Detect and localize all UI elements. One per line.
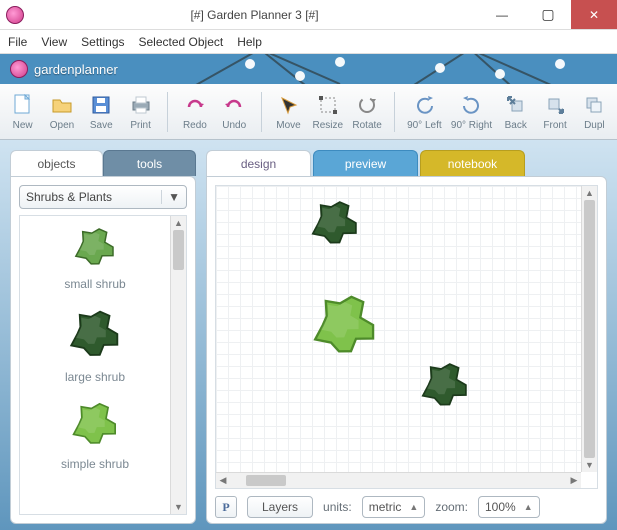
scroll-thumb[interactable] bbox=[173, 230, 184, 270]
print-button[interactable]: Print bbox=[122, 92, 159, 131]
units-label: units: bbox=[323, 500, 352, 514]
units-field[interactable]: metric ▲ bbox=[362, 496, 426, 518]
open-button[interactable]: Open bbox=[43, 92, 80, 131]
tab-preview[interactable]: preview bbox=[313, 150, 418, 176]
shrub-name: small shrub bbox=[64, 277, 125, 291]
title-bar: [#] Garden Planner 3 [#] — ▢ ✕ bbox=[0, 0, 617, 30]
window-title: [#] Garden Planner 3 [#] bbox=[30, 8, 479, 22]
bottom-bar: P Layers units: metric ▲ zoom: 100% ▲ bbox=[215, 489, 598, 519]
category-dropdown[interactable]: Shrubs & Plants ▼ bbox=[19, 185, 187, 209]
canvas[interactable]: ▲ ▼ ◀ ▶ bbox=[215, 185, 598, 489]
shrub-name: large shrub bbox=[64, 370, 126, 384]
tab-objects[interactable]: objects bbox=[10, 150, 103, 176]
p-button[interactable]: P bbox=[215, 496, 237, 518]
minimize-button[interactable]: — bbox=[479, 0, 525, 29]
menu-file[interactable]: File bbox=[8, 35, 27, 49]
back-button[interactable]: Back bbox=[497, 92, 534, 131]
layers-button[interactable]: Layers bbox=[247, 496, 313, 518]
tab-notebook[interactable]: notebook bbox=[420, 150, 525, 176]
tab-design[interactable]: design bbox=[206, 150, 311, 176]
list-item[interactable]: small shrub bbox=[64, 222, 125, 299]
canvas-plant[interactable] bbox=[416, 356, 474, 417]
stepper-icon: ▲ bbox=[409, 502, 418, 512]
save-button[interactable]: Save bbox=[83, 92, 120, 131]
close-button[interactable]: ✕ bbox=[571, 0, 617, 29]
app-icon bbox=[0, 0, 30, 30]
shrub-name: simple shrub bbox=[61, 457, 129, 471]
brand-text: gardenplanner bbox=[34, 62, 118, 77]
scroll-down-icon[interactable]: ▼ bbox=[582, 458, 597, 472]
menu-settings[interactable]: Settings bbox=[81, 35, 124, 49]
zoom-value: 100% bbox=[485, 500, 516, 514]
new-button[interactable]: New bbox=[4, 92, 41, 131]
zoom-label: zoom: bbox=[435, 500, 468, 514]
stepper-icon: ▲ bbox=[524, 502, 533, 512]
tab-tools[interactable]: tools bbox=[103, 150, 196, 176]
menu-help[interactable]: Help bbox=[237, 35, 262, 49]
list-item[interactable]: simple shrub bbox=[61, 396, 129, 479]
menu-bar: File View Settings Selected Object Help bbox=[0, 30, 617, 54]
scroll-thumb[interactable] bbox=[584, 200, 595, 458]
object-list: small shrub large shrub simple shrub ▲ ▼ bbox=[19, 215, 187, 515]
units-value: metric bbox=[369, 500, 402, 514]
duplicate-button[interactable]: Dupl bbox=[576, 92, 613, 131]
list-item[interactable]: large shrub bbox=[64, 303, 126, 392]
scroll-down-icon[interactable]: ▼ bbox=[171, 500, 186, 514]
canvas-horizontal-scrollbar[interactable]: ◀ ▶ bbox=[216, 472, 581, 488]
design-area: design preview notebook ▲ ▼ ◀ ▶ bbox=[206, 150, 607, 524]
banner: gardenplanner bbox=[0, 54, 617, 84]
brand-icon bbox=[10, 60, 28, 78]
menu-selected-object[interactable]: Selected Object bbox=[139, 35, 224, 49]
category-value: Shrubs & Plants bbox=[26, 190, 112, 204]
undo-button[interactable]: Undo bbox=[216, 92, 253, 131]
toolbar: New Open Save Print Redo Undo Move Resiz… bbox=[0, 84, 617, 140]
maximize-button[interactable]: ▢ bbox=[525, 0, 571, 29]
dropdown-arrow-icon: ▼ bbox=[161, 190, 180, 204]
menu-view[interactable]: View bbox=[41, 35, 67, 49]
front-button[interactable]: Front bbox=[536, 92, 573, 131]
scroll-up-icon[interactable]: ▲ bbox=[582, 186, 597, 200]
rotate-left-button[interactable]: 90° Left bbox=[403, 92, 446, 131]
left-panel: objects tools Shrubs & Plants ▼ small sh… bbox=[10, 150, 196, 524]
move-button[interactable]: Move bbox=[270, 92, 307, 131]
canvas-grid[interactable] bbox=[216, 186, 581, 472]
object-list-scrollbar[interactable]: ▲ ▼ bbox=[170, 216, 186, 514]
rotate-button[interactable]: Rotate bbox=[348, 92, 385, 131]
workspace: objects tools Shrubs & Plants ▼ small sh… bbox=[0, 140, 617, 530]
resize-button[interactable]: Resize bbox=[309, 92, 346, 131]
redo-button[interactable]: Redo bbox=[176, 92, 213, 131]
scroll-left-icon[interactable]: ◀ bbox=[216, 473, 230, 488]
scroll-thumb[interactable] bbox=[246, 475, 286, 486]
scroll-up-icon[interactable]: ▲ bbox=[171, 216, 186, 230]
canvas-plant[interactable] bbox=[306, 194, 364, 255]
canvas-plant[interactable] bbox=[306, 286, 384, 367]
rotate-right-button[interactable]: 90° Right bbox=[448, 92, 495, 131]
zoom-field[interactable]: 100% ▲ bbox=[478, 496, 540, 518]
canvas-vertical-scrollbar[interactable]: ▲ ▼ bbox=[581, 186, 597, 472]
scroll-right-icon[interactable]: ▶ bbox=[567, 473, 581, 488]
